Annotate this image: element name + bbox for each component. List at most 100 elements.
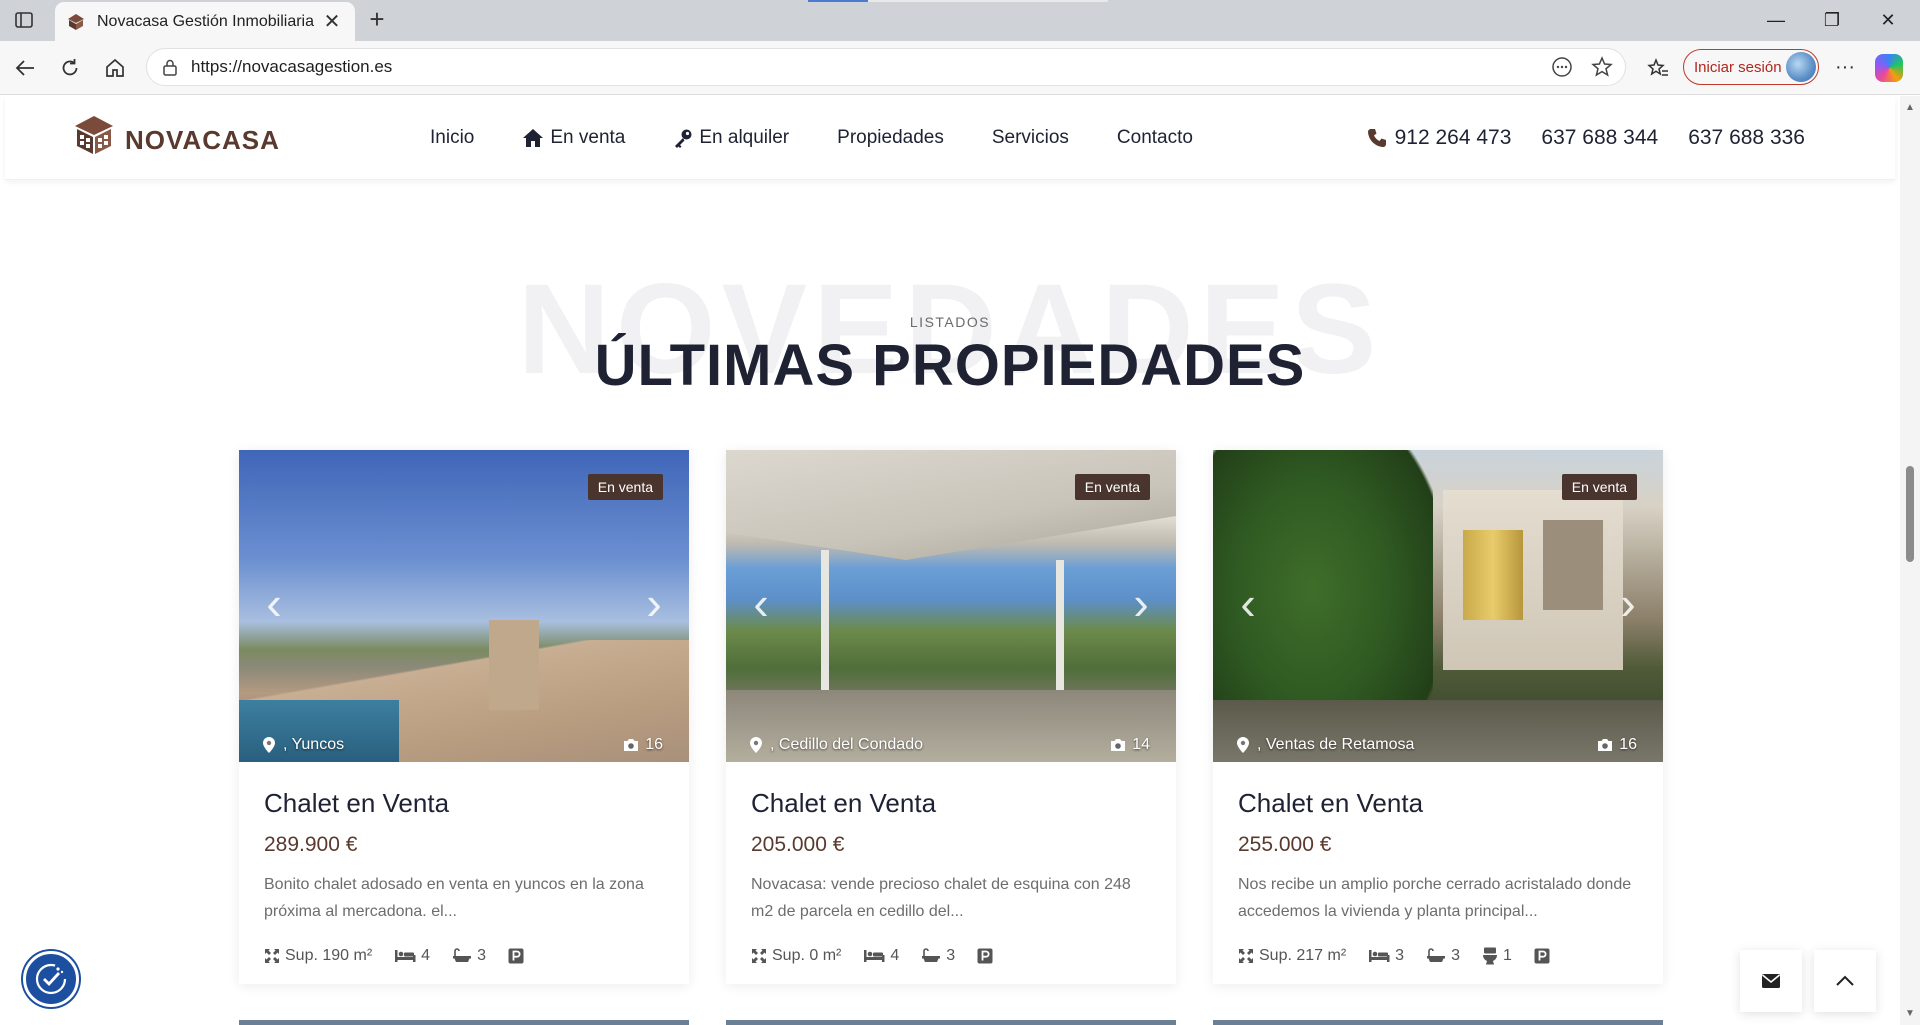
nav-label: En alquiler <box>699 127 790 148</box>
favorite-star-icon[interactable] <box>1585 50 1619 84</box>
property-location: , Ventas de Retamosa <box>1237 736 1414 754</box>
nav-en-alquiler[interactable]: En alquiler <box>673 127 789 149</box>
url-text[interactable]: https://novacasagestion.es <box>191 57 1545 77</box>
site-logo[interactable]: NOVACASA <box>73 114 280 156</box>
toilet-icon <box>1482 947 1497 965</box>
carousel-prev-icon[interactable]: ‹ <box>259 580 289 630</box>
copilot-icon[interactable] <box>1875 54 1903 82</box>
bed-icon <box>395 950 416 962</box>
window-close-icon[interactable]: ✕ <box>1860 0 1916 41</box>
nav-propiedades[interactable]: Propiedades <box>837 127 944 149</box>
property-title[interactable]: Chalet en Venta <box>264 788 664 819</box>
camera-icon <box>624 739 639 751</box>
nav-en-venta[interactable]: En venta <box>522 127 625 149</box>
bathrooms-text: 3 <box>477 947 486 964</box>
property-features: Sup. 0 m² 4 3 <box>751 947 1151 965</box>
photo-count-text: 16 <box>645 736 663 753</box>
nav-contacto[interactable]: Contacto <box>1117 127 1193 149</box>
more-options-icon[interactable]: ··· <box>1830 53 1860 83</box>
phone-link-2[interactable]: 637 688 344 <box>1541 126 1658 150</box>
surface-text: Sup. 190 m² <box>285 947 373 964</box>
property-location: , Yuncos <box>263 736 344 754</box>
logo-text: NOVACASA <box>125 124 280 155</box>
section-title: ÚLTIMAS PROPIEDADES <box>594 333 1306 398</box>
property-title[interactable]: Chalet en Venta <box>1238 788 1638 819</box>
bedrooms-feature: 3 <box>1368 947 1404 965</box>
tab-actions-icon[interactable] <box>12 9 36 31</box>
property-photo[interactable]: En venta ‹ › , Yuncos 16 <box>239 450 689 762</box>
carousel-prev-icon[interactable]: ‹ <box>1233 580 1263 630</box>
section-kicker: LISTADOS <box>909 314 991 330</box>
address-bar[interactable]: https://novacasagestion.es <box>146 48 1626 86</box>
carousel-prev-icon[interactable]: ‹ <box>746 580 776 630</box>
reload-icon[interactable] <box>55 53 85 83</box>
photo-count-text: 16 <box>1619 736 1637 753</box>
phone-number: 912 264 473 <box>1394 126 1512 149</box>
next-card-edge <box>1213 1020 1663 1025</box>
property-features: Sup. 217 m² 3 3 1 <box>1238 947 1638 965</box>
carousel-next-icon[interactable]: › <box>1613 580 1643 630</box>
carousel-next-icon[interactable]: › <box>1126 580 1156 630</box>
bathtub-icon <box>453 948 472 962</box>
profile-avatar <box>1786 52 1816 82</box>
status-badge: En venta <box>1561 474 1637 500</box>
bedrooms-text: 4 <box>421 947 431 964</box>
nav-inicio[interactable]: Inicio <box>430 127 474 149</box>
property-card[interactable]: En venta ‹ › , Yuncos 16 Chalet en Venta… <box>239 450 689 984</box>
property-title[interactable]: Chalet en Venta <box>751 788 1151 819</box>
accessibility-button[interactable] <box>23 951 79 1007</box>
bathtub-icon <box>1427 948 1446 962</box>
phone-number: 637 688 344 <box>1541 126 1659 149</box>
property-card[interactable]: En venta ‹ › , Ventas de Retamosa 16 Cha… <box>1213 450 1663 984</box>
nav-label: Servicios <box>991 127 1069 148</box>
browser-tab[interactable]: Novacasa Gestión Inmobiliaria ✕ <box>55 2 355 41</box>
new-tab-icon[interactable]: + <box>363 6 391 34</box>
next-card-edge <box>726 1020 1176 1025</box>
accessibility-check-icon <box>35 963 67 995</box>
property-description: Novacasa: vende precioso chalet de esqui… <box>751 876 1131 920</box>
property-card[interactable]: En venta ‹ › , Cedillo del Condado 14 Ch… <box>726 450 1176 984</box>
carousel-next-icon[interactable]: › <box>639 580 669 630</box>
parking-feature <box>977 948 993 964</box>
back-icon[interactable] <box>10 53 40 83</box>
phone-link-3[interactable]: 637 688 336 <box>1688 126 1805 150</box>
scroll-down-arrow-icon[interactable]: ▼ <box>1904 1008 1916 1019</box>
nav-servicios[interactable]: Servicios <box>992 127 1069 149</box>
favorites-icon[interactable] <box>1643 53 1673 83</box>
photo-count: 14 <box>1110 736 1150 754</box>
phone-icon <box>1367 129 1386 147</box>
property-photo[interactable]: En venta ‹ › , Ventas de Retamosa 16 <box>1213 450 1663 762</box>
nav-label: Inicio <box>430 127 475 148</box>
property-description: Bonito chalet adosado en venta en yuncos… <box>264 876 644 920</box>
tab-close-icon[interactable]: ✕ <box>321 9 343 34</box>
bedrooms-text: 4 <box>890 947 900 964</box>
camera-icon <box>1111 739 1126 751</box>
scroll-up-arrow-icon[interactable]: ▲ <box>1904 102 1916 113</box>
phone-link-1[interactable]: 912 264 473 <box>1367 126 1512 150</box>
scroll-to-top-button[interactable] <box>1814 950 1876 1012</box>
minimize-icon[interactable]: — <box>1748 0 1804 41</box>
web-page: NOVACASA Inicio En venta En alquiler Pro… <box>0 96 1900 1025</box>
nav-label: Propiedades <box>837 127 944 148</box>
page-scrollbar[interactable]: ▲ ▼ <box>1900 96 1920 1025</box>
nav-label: En venta <box>550 127 626 148</box>
site-info-icon[interactable] <box>161 58 179 76</box>
surface-feature: Sup. 0 m² <box>751 947 841 965</box>
toilets-text: 1 <box>1502 947 1512 964</box>
home-button-icon[interactable] <box>100 53 130 83</box>
bathrooms-feature: 3 <box>1426 947 1460 965</box>
status-badge: En venta <box>1074 474 1150 500</box>
email-button[interactable] <box>1740 950 1802 1012</box>
camera-icon <box>1598 739 1613 751</box>
parking-icon <box>977 948 993 964</box>
photo-count: 16 <box>623 736 663 754</box>
loading-indicator <box>808 0 1108 2</box>
property-photo[interactable]: En venta ‹ › , Cedillo del Condado 14 <box>726 450 1176 762</box>
property-price: 205.000 € <box>751 833 845 856</box>
reading-view-icon[interactable] <box>1545 50 1579 84</box>
signin-button[interactable]: Iniciar sesión <box>1683 49 1819 85</box>
scrollbar-thumb[interactable] <box>1906 466 1914 562</box>
surface-arrows-icon <box>1239 949 1253 963</box>
property-description: Nos recibe un amplio porche cerrado acri… <box>1238 876 1632 920</box>
restore-icon[interactable]: ❐ <box>1804 0 1860 41</box>
